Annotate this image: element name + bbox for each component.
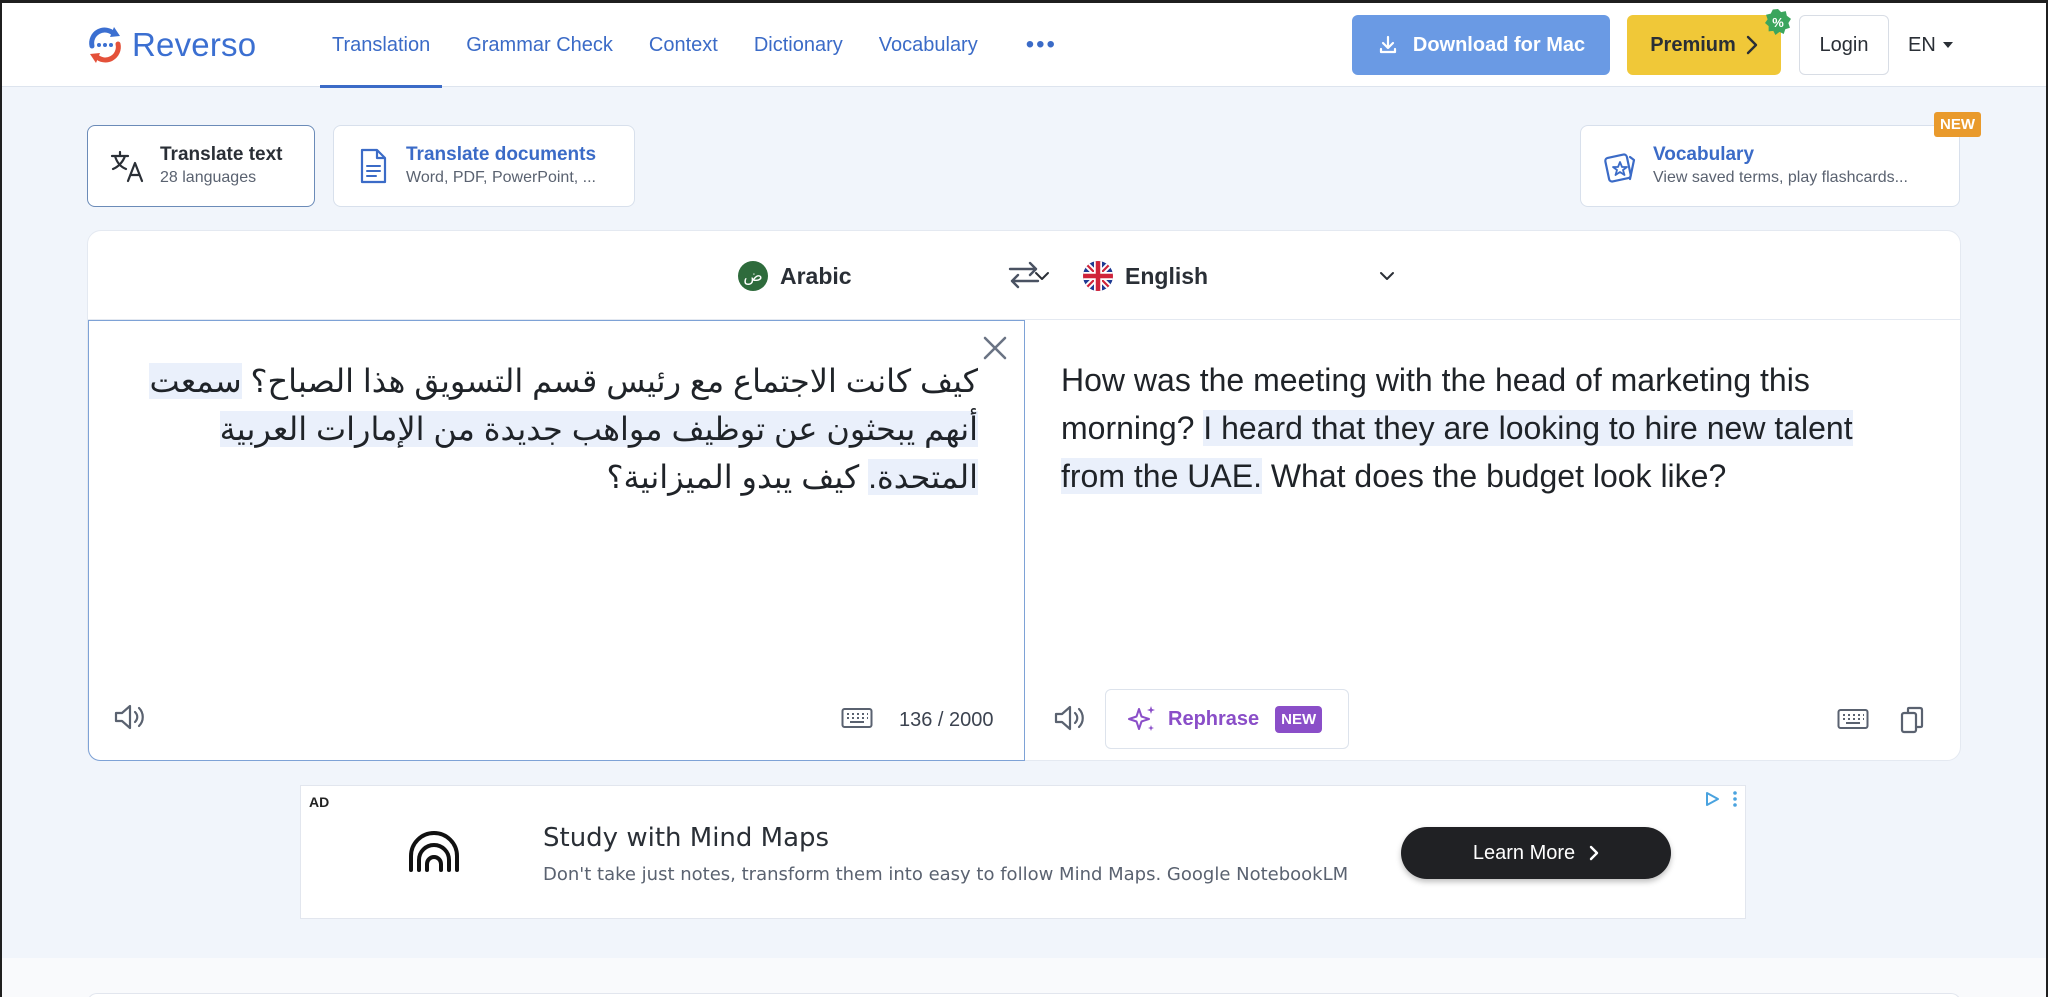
source-text-area[interactable]: كيف كانت الاجتماع مع رئيس قسم التسويق هذ… <box>88 320 1025 761</box>
top-header: Reverso Translation Grammar Check Contex… <box>2 3 2046 88</box>
source-language-name: Arabic <box>780 262 852 289</box>
caret-down-icon <box>1942 42 1953 48</box>
copy-icon[interactable] <box>1899 705 1925 735</box>
ui-language-select[interactable]: EN <box>1908 15 1954 75</box>
nav-context[interactable]: Context <box>637 3 730 87</box>
document-icon <box>354 147 392 185</box>
translator-panel: ض Arabic English كيف كانت الاجتماع مع رئ… <box>87 230 1961 761</box>
ad-title: Study with Mind Maps <box>543 823 830 853</box>
main-nav: Translation Grammar Check Context Dictio… <box>320 3 1081 88</box>
download-label: Download for Mac <box>1412 33 1586 56</box>
vocabulary-tab[interactable]: Vocabulary View saved terms, play flashc… <box>1580 112 1981 207</box>
ad-label: AD <box>309 794 330 810</box>
advertisement-banner[interactable]: AD Study with Mind Maps Don't take just … <box>300 785 1746 919</box>
speaker-icon[interactable] <box>113 702 147 732</box>
ui-language-value: EN <box>1908 33 1936 56</box>
target-text-area: How was the meeting with the head of mar… <box>1025 320 1962 761</box>
keyboard-icon[interactable] <box>841 706 873 730</box>
target-text-part-2: What does the budget look like? <box>1261 458 1727 494</box>
learn-more-label: Learn More <box>1472 841 1576 864</box>
chevron-down-icon <box>1380 272 1394 280</box>
sparkle-icon <box>1128 706 1155 731</box>
source-text[interactable]: كيف كانت الاجتماع مع رئيس قسم التسويق هذ… <box>139 357 978 501</box>
translate-icon <box>108 147 146 185</box>
translate-documents-tab[interactable]: Translate documents Word, PDF, PowerPoin… <box>333 125 635 207</box>
brand-name: Reverso <box>132 26 257 63</box>
translate-documents-subtitle: Word, PDF, PowerPoint, ... <box>406 169 596 186</box>
ad-options-icon[interactable] <box>1731 790 1739 808</box>
ad-description: Don't take just notes, transform them in… <box>543 864 1349 885</box>
swap-languages-icon[interactable] <box>1006 259 1042 291</box>
target-text: How was the meeting with the head of mar… <box>1061 356 1922 500</box>
vocabulary-subtitle: View saved terms, play flashcards... <box>1653 169 1908 186</box>
discount-badge-icon: % <box>1765 9 1791 35</box>
more-menu-icon[interactable]: ••• <box>1002 3 1081 87</box>
notebooklm-logo-icon <box>409 831 459 872</box>
download-icon <box>1379 35 1396 54</box>
arabic-flag-glyph: ض <box>743 268 763 285</box>
nav-grammar-check[interactable]: Grammar Check <box>454 3 625 87</box>
nav-translation[interactable]: Translation <box>320 3 443 88</box>
reverso-logo[interactable]: Reverso <box>84 23 256 67</box>
rephrase-button[interactable]: Rephrase NEW <box>1105 689 1349 749</box>
vocabulary-title: Vocabulary <box>1653 144 1755 165</box>
language-bar: ض Arabic English <box>88 231 1960 320</box>
login-button[interactable]: Login <box>1799 15 1889 75</box>
premium-label: Premium <box>1650 33 1736 56</box>
translate-text-tab[interactable]: Translate text 28 languages <box>87 125 315 207</box>
new-badge: NEW <box>1934 112 1981 137</box>
close-icon[interactable] <box>980 333 1010 363</box>
character-counter: 136 / 2000 <box>899 709 994 731</box>
premium-button[interactable]: Premium % <box>1627 9 1791 75</box>
chevron-right-icon <box>1589 845 1599 861</box>
flashcards-icon <box>1601 147 1639 185</box>
speaker-icon[interactable] <box>1053 703 1087 733</box>
source-text-part-1: كيف كانت الاجتماع مع رئيس قسم التسويق هذ… <box>241 363 978 399</box>
source-text-part-2: كيف يبدو الميزانية؟ <box>606 459 869 495</box>
translate-documents-title: Translate documents <box>406 144 597 165</box>
target-language-select[interactable]: English <box>1083 258 1403 294</box>
reverso-logo-icon <box>89 27 121 63</box>
translate-text-title: Translate text <box>160 144 283 165</box>
arabic-flag-icon: ض <box>738 261 768 291</box>
next-section-card <box>87 993 1961 997</box>
translate-text-subtitle: 28 languages <box>160 169 257 186</box>
rephrase-new-badge: NEW <box>1275 705 1323 733</box>
ad-choices-icon[interactable] <box>1703 790 1721 808</box>
nav-dictionary[interactable]: Dictionary <box>742 3 855 87</box>
chevron-right-icon <box>1746 35 1757 55</box>
learn-more-button[interactable]: Learn More <box>1401 827 1671 879</box>
keyboard-icon[interactable] <box>1837 707 1869 731</box>
nav-vocabulary[interactable]: Vocabulary <box>867 3 990 87</box>
page-footer-area <box>2 958 2046 997</box>
uk-flag-icon <box>1083 261 1113 291</box>
rephrase-label: Rephrase <box>1168 707 1260 730</box>
download-for-mac-button[interactable]: Download for Mac <box>1352 15 1610 75</box>
target-language-name: English <box>1125 262 1209 289</box>
